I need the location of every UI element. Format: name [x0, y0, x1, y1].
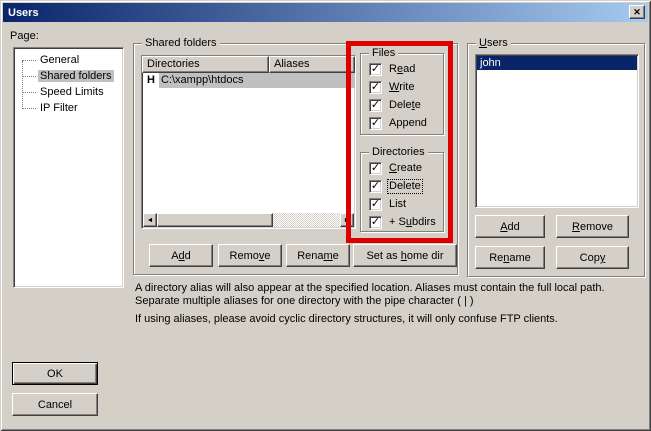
- page-item-label-selected: Shared folders: [38, 70, 114, 82]
- column-header-aliases[interactable]: Aliases: [269, 56, 355, 73]
- shared-folders-group-label: Shared folders: [142, 37, 220, 50]
- ok-button[interactable]: OK: [12, 362, 98, 385]
- alias-help-paragraph-1: A directory alias will also appear at th…: [135, 282, 650, 308]
- users-group: Users john Add Remove Rename Copy: [467, 43, 645, 277]
- checked-checkbox-icon: ✓: [369, 117, 382, 130]
- page-item-label: Speed Limits: [38, 86, 106, 98]
- arrow-left-icon: ◄: [147, 217, 154, 224]
- directories-listview[interactable]: Directories Aliases H C:\xampp\htdocs ◄ …: [141, 55, 356, 229]
- listview-header: Directories Aliases: [142, 56, 355, 73]
- dirs-create-checkbox[interactable]: ✓ Create: [369, 161, 423, 175]
- tree-stub: [22, 60, 36, 61]
- files-permissions-group: Files ✓ Read ✓ Write ✓ Delete ✓ Append: [360, 53, 444, 135]
- page-item-shared-folders[interactable]: Shared folders: [14, 69, 123, 85]
- users-group-label: Users: [476, 37, 511, 50]
- scrollbar-thumb[interactable]: [157, 213, 273, 227]
- files-delete-checkbox[interactable]: ✓ Delete: [369, 98, 422, 112]
- page-item-speed-limits[interactable]: Speed Limits: [14, 85, 123, 101]
- page-item-general[interactable]: General: [14, 53, 123, 69]
- cancel-button[interactable]: Cancel: [12, 393, 98, 416]
- files-write-checkbox[interactable]: ✓ Write: [369, 80, 415, 94]
- rename-user-button[interactable]: Rename: [475, 246, 545, 269]
- page-item-label: IP Filter: [38, 102, 80, 114]
- close-icon: ✕: [633, 8, 641, 17]
- window-title: Users: [3, 7, 39, 19]
- home-marker: H: [142, 73, 159, 88]
- copy-user-button[interactable]: Copy: [556, 246, 629, 269]
- titlebar[interactable]: Users ✕: [3, 3, 648, 22]
- page-label: Page:: [10, 30, 39, 42]
- directory-path: C:\xampp\htdocs: [159, 73, 355, 88]
- directories-permissions-group: Directories ✓ Create ✓ Delete ✓ List ✓ +…: [360, 152, 444, 232]
- checked-checkbox-icon: ✓: [369, 99, 382, 112]
- checked-checkbox-icon: ✓: [369, 162, 382, 175]
- rename-directory-button[interactable]: Rename: [286, 244, 350, 267]
- dirs-subdirs-checkbox[interactable]: ✓ + Subdirs: [369, 215, 437, 229]
- files-read-checkbox[interactable]: ✓ Read: [369, 62, 416, 76]
- page-list[interactable]: General Shared folders Speed Limits IP F…: [13, 47, 124, 288]
- tree-stub: [22, 92, 36, 93]
- remove-user-button[interactable]: Remove: [556, 215, 629, 238]
- page-item-ip-filter[interactable]: IP Filter: [14, 101, 123, 117]
- checked-checkbox-icon: ✓: [369, 81, 382, 94]
- column-header-directories[interactable]: Directories: [142, 56, 269, 73]
- users-dialog: Users ✕ Page: General Shared folders Spe…: [0, 0, 651, 431]
- users-list[interactable]: john: [475, 54, 639, 208]
- tree-stub: [22, 76, 36, 77]
- set-as-home-dir-button[interactable]: Set as home dir: [353, 244, 457, 267]
- checked-checkbox-icon: ✓: [369, 63, 382, 76]
- close-button[interactable]: ✕: [629, 5, 645, 19]
- directories-group-label: Directories: [369, 146, 428, 159]
- files-group-label: Files: [369, 47, 398, 60]
- scroll-left-button[interactable]: ◄: [143, 213, 157, 227]
- page-item-label: General: [38, 54, 81, 66]
- checked-checkbox-icon: ✓: [369, 216, 382, 229]
- remove-directory-button[interactable]: Remove: [218, 244, 282, 267]
- alias-help-text: A directory alias will also appear at th…: [135, 282, 650, 331]
- list-item-user-john[interactable]: john: [477, 56, 637, 70]
- alias-help-paragraph-2: If using aliases, please avoid cyclic di…: [135, 313, 650, 326]
- arrow-right-icon: ►: [344, 217, 351, 224]
- dirs-list-checkbox[interactable]: ✓ List: [369, 197, 407, 211]
- tree-stub: [22, 108, 36, 109]
- add-directory-button[interactable]: Add: [149, 244, 213, 267]
- table-row[interactable]: H C:\xampp\htdocs: [142, 73, 355, 88]
- checked-checkbox-icon: ✓: [369, 198, 382, 211]
- horizontal-scrollbar[interactable]: ◄ ►: [143, 213, 354, 227]
- files-append-checkbox[interactable]: ✓ Append: [369, 116, 428, 130]
- scroll-right-button[interactable]: ►: [340, 213, 354, 227]
- dirs-delete-checkbox[interactable]: ✓ Delete: [369, 179, 422, 193]
- checked-checkbox-icon: ✓: [369, 180, 382, 193]
- add-user-button[interactable]: Add: [475, 215, 545, 238]
